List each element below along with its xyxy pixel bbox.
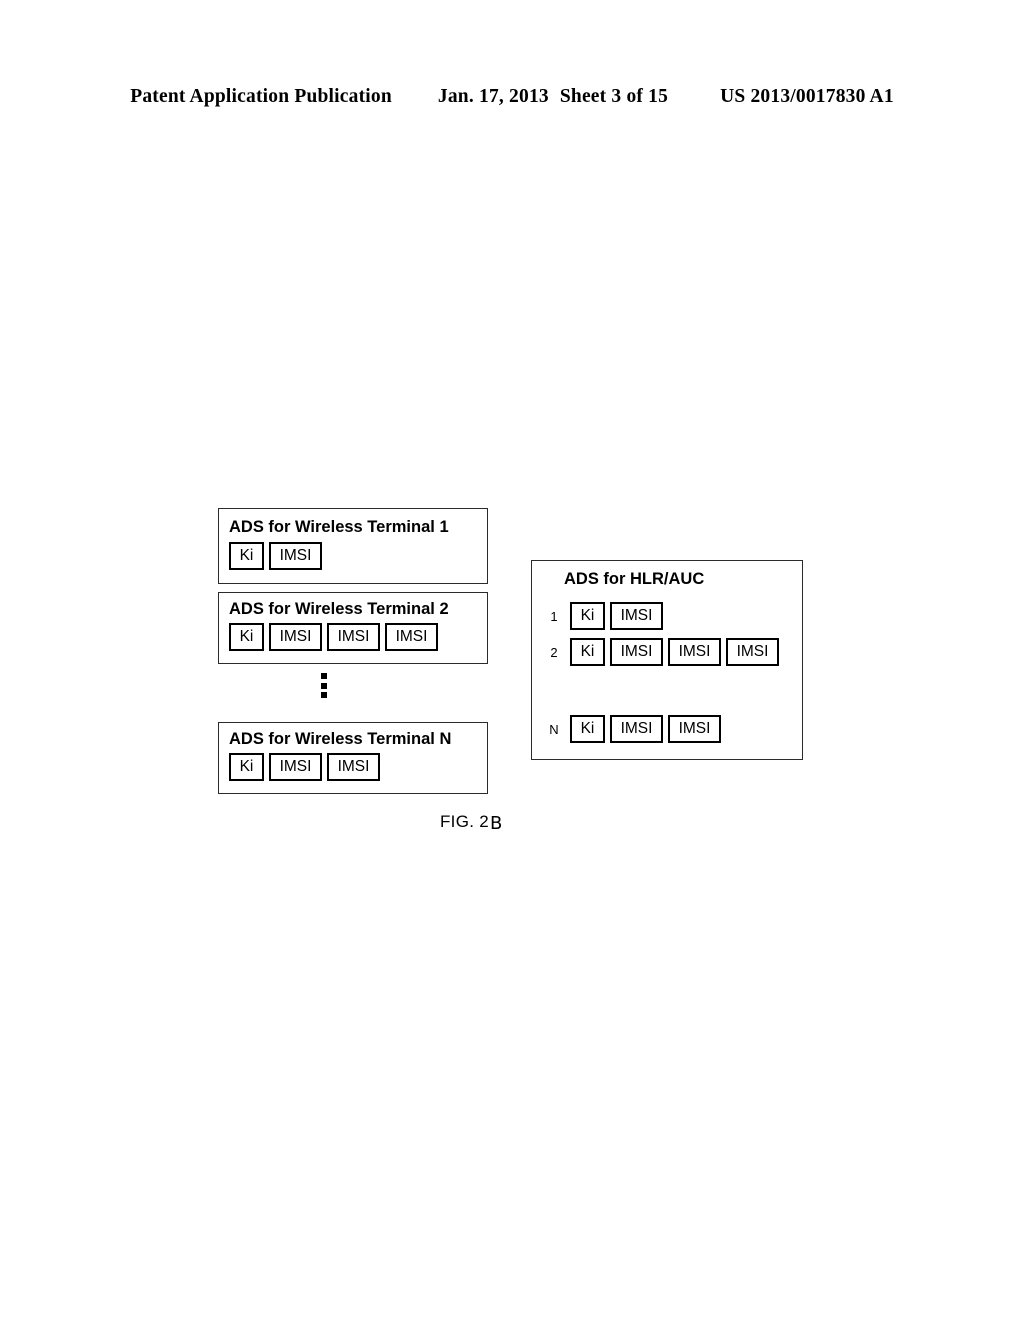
field-cell-imsi: IMSI [327, 623, 380, 651]
row-index-label: 1 [550, 608, 558, 624]
row-index-label: N [549, 721, 559, 737]
ads-field-row: Ki IMSI IMSI IMSI [229, 623, 438, 651]
field-cell-imsi: IMSI [610, 602, 663, 630]
field-cell-ki: Ki [570, 638, 605, 666]
row-index-label: 2 [550, 644, 558, 660]
field-cell-ki: Ki [229, 753, 264, 781]
ads-box-wireless-terminal-n: ADS for Wireless Terminal N Ki IMSI IMSI [218, 722, 488, 794]
ads-field-row: Ki IMSI IMSI [229, 753, 380, 781]
field-cell-imsi: IMSI [668, 638, 721, 666]
vertical-ellipsis-icon [320, 673, 327, 698]
field-cell-imsi: IMSI [269, 542, 322, 570]
ads-box-wireless-terminal-2: ADS for Wireless Terminal 2 Ki IMSI IMSI… [218, 592, 488, 664]
ads-field-row: Ki IMSI [570, 602, 663, 630]
hlr-table-row: 1 Ki IMSI [544, 602, 663, 630]
ads-box-title: ADS for Wireless Terminal N [229, 730, 452, 748]
figure-caption: FIG. 2 B [440, 812, 503, 834]
figure-caption-letter: B [490, 813, 503, 834]
ads-box-title: ADS for Wireless Terminal 2 [229, 600, 449, 618]
ads-field-row: Ki IMSI IMSI IMSI [570, 638, 779, 666]
field-cell-imsi: IMSI [327, 753, 380, 781]
ads-box-title: ADS for Wireless Terminal 1 [229, 518, 449, 536]
field-cell-imsi: IMSI [726, 638, 779, 666]
field-cell-imsi: IMSI [385, 623, 438, 651]
field-cell-imsi: IMSI [269, 623, 322, 651]
ads-box-title: ADS for HLR/AUC [564, 570, 705, 588]
field-cell-imsi: IMSI [610, 638, 663, 666]
ads-field-row: Ki IMSI [229, 542, 322, 570]
field-cell-imsi: IMSI [269, 753, 322, 781]
field-cell-imsi: IMSI [610, 715, 663, 743]
ads-field-row: Ki IMSI IMSI [570, 715, 721, 743]
ads-box-hlr-auc: ADS for HLR/AUC 1 Ki IMSI 2 Ki IMSI IMSI… [531, 560, 803, 760]
figure-caption-prefix: FIG. 2 [440, 812, 490, 831]
field-cell-ki: Ki [229, 542, 264, 570]
field-cell-ki: Ki [229, 623, 264, 651]
field-cell-imsi: IMSI [668, 715, 721, 743]
ads-box-wireless-terminal-1: ADS for Wireless Terminal 1 Ki IMSI [218, 508, 488, 584]
field-cell-ki: Ki [570, 602, 605, 630]
hlr-table-row: 2 Ki IMSI IMSI IMSI [544, 638, 779, 666]
figure-2b: ADS for Wireless Terminal 1 Ki IMSI ADS … [0, 0, 1024, 1320]
field-cell-ki: Ki [570, 715, 605, 743]
hlr-table-row: N Ki IMSI IMSI [544, 715, 721, 743]
